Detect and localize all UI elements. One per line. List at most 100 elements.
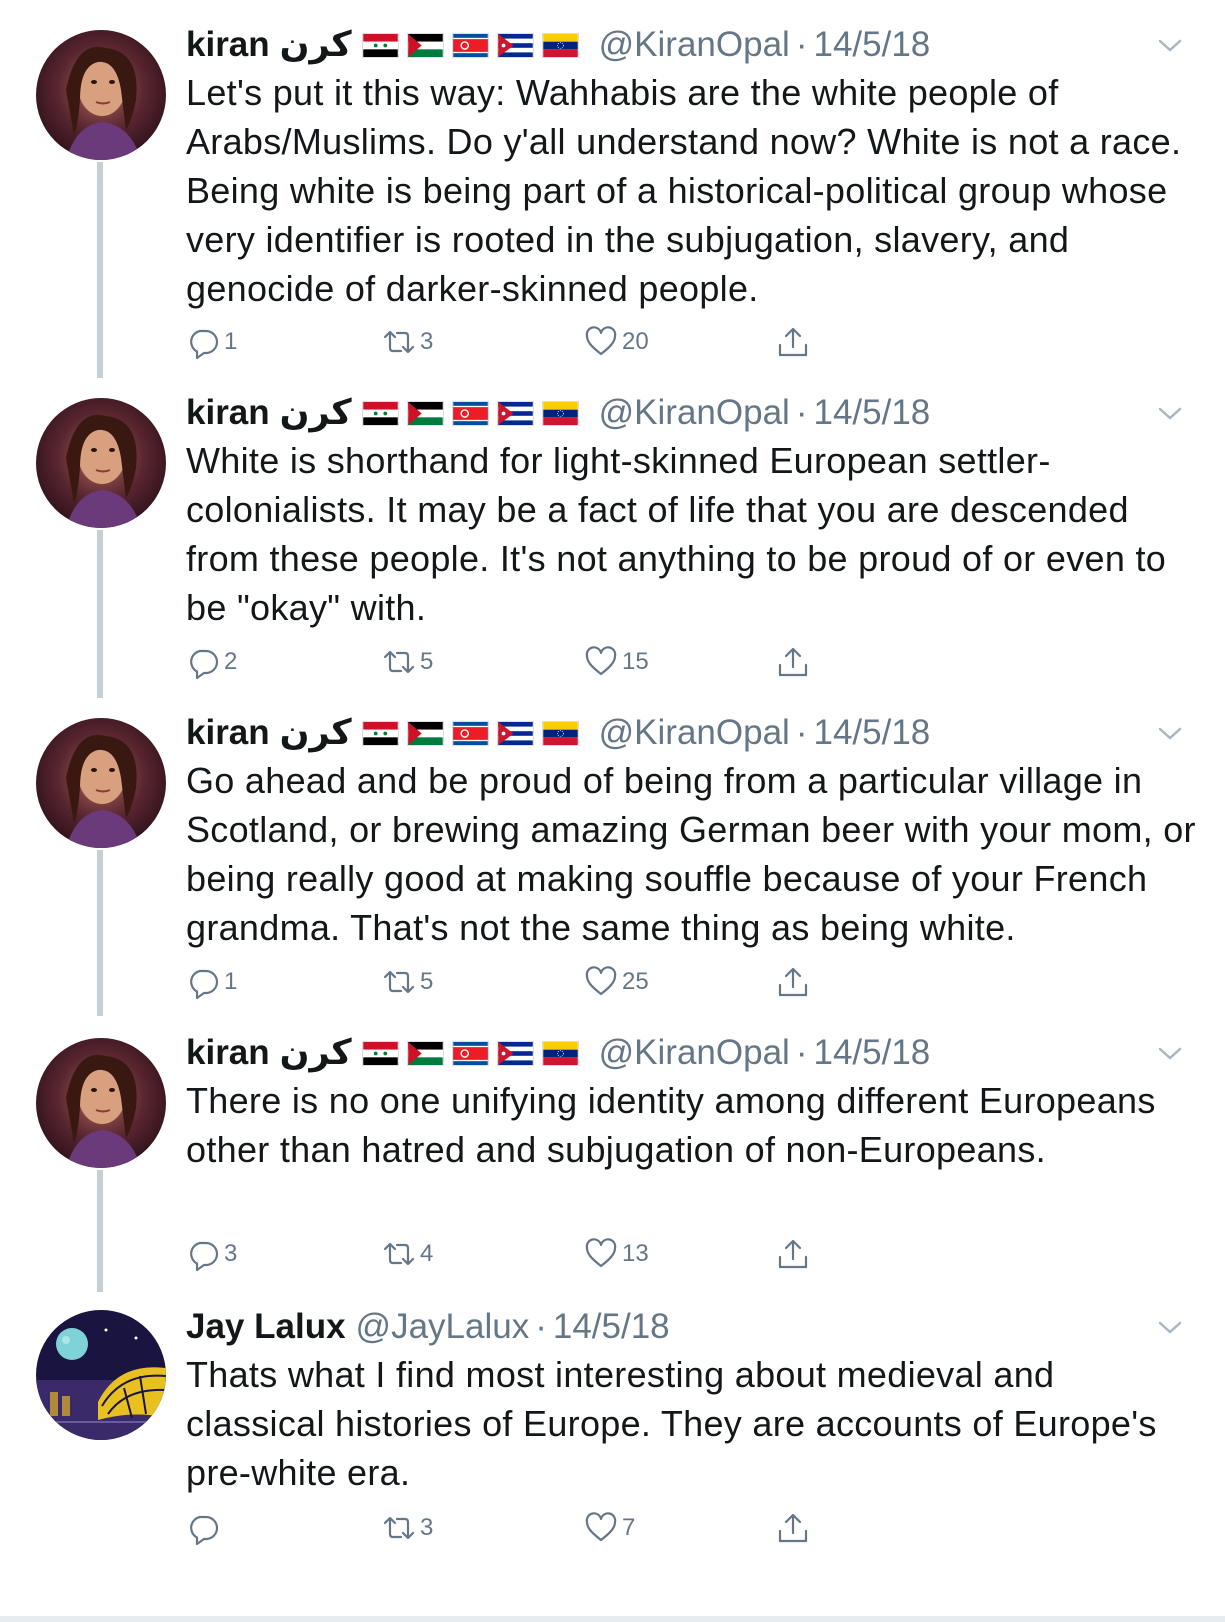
reply-count: 1 [224, 968, 238, 995]
heart-icon [584, 645, 622, 679]
tweet-actions: 2 5 15 [186, 642, 826, 682]
north-korea-flag-icon [451, 720, 489, 746]
north-korea-flag-icon [451, 1040, 489, 1066]
tweet-text: Thats what I find most interesting about… [186, 1354, 1157, 1493]
retweet-count: 5 [420, 968, 434, 995]
share-icon [776, 645, 814, 679]
retweet-count: 3 [420, 328, 434, 355]
reply-button[interactable]: 2 [186, 642, 237, 682]
display-name[interactable]: kiran [186, 1028, 270, 1078]
display-name[interactable]: kiran [186, 388, 270, 438]
like-count: 25 [622, 968, 649, 995]
tweet-actions: 3 7 [186, 1508, 826, 1548]
north-korea-flag-icon [451, 400, 489, 426]
chevron-down-icon[interactable] [1155, 30, 1185, 60]
chevron-down-icon[interactable] [1155, 398, 1185, 428]
north-korea-flag-icon [451, 32, 489, 58]
chevron-down-icon[interactable] [1155, 1312, 1185, 1342]
retweet-icon [382, 965, 420, 999]
separator: · [795, 713, 808, 752]
like-button[interactable]: 13 [584, 1234, 649, 1274]
retweet-icon [382, 1511, 420, 1545]
retweet-button[interactable]: 3 [382, 1508, 433, 1548]
heart-icon [584, 325, 622, 359]
timestamp[interactable]: 14/5/18 [813, 708, 930, 758]
like-button[interactable]: 7 [584, 1508, 635, 1548]
flag-emojis [361, 1040, 587, 1066]
tweet-header: kiran كرن @KiranOpal · 14/5/18 [186, 20, 930, 70]
user-handle[interactable]: @KiranOpal [599, 708, 790, 758]
retweet-count: 3 [420, 1514, 434, 1541]
tweet-thread: kiran كرن @KiranOpal · 14/5/18 Let's put… [0, 0, 1225, 1622]
reply-count: 1 [224, 328, 238, 355]
divider [0, 1616, 1225, 1622]
avatar[interactable] [36, 1038, 166, 1168]
share-button[interactable] [776, 962, 814, 1002]
reply-icon [186, 1511, 224, 1545]
timestamp[interactable]: 14/5/18 [813, 1028, 930, 1078]
cuba-flag-icon [496, 720, 534, 746]
retweet-button[interactable]: 5 [382, 642, 433, 682]
retweet-button[interactable]: 3 [382, 322, 433, 362]
reply-count: 3 [224, 1240, 238, 1267]
share-button[interactable] [776, 322, 814, 362]
palestine-flag-icon [406, 32, 444, 58]
display-name-arabic: كرن [279, 25, 352, 64]
share-button[interactable] [776, 642, 814, 682]
reply-icon [186, 965, 224, 999]
like-button[interactable]: 15 [584, 642, 649, 682]
avatar[interactable] [36, 1310, 166, 1440]
timestamp[interactable]: 14/5/18 [813, 388, 930, 438]
thread-line [97, 162, 103, 378]
tweet-header: kiran كرن @KiranOpal · 14/5/18 [186, 708, 930, 758]
tweet-text: White is shorthand for light-skinned Eur… [186, 440, 1167, 628]
flag-emojis [361, 400, 587, 426]
heart-icon [584, 1237, 622, 1271]
retweet-icon [382, 1237, 420, 1271]
separator: · [795, 25, 808, 64]
cuba-flag-icon [496, 1040, 534, 1066]
timestamp[interactable]: 14/5/18 [813, 20, 930, 70]
share-button[interactable] [776, 1234, 814, 1274]
chevron-down-icon[interactable] [1155, 1038, 1185, 1068]
display-name-arabic: كرن [279, 393, 352, 432]
reply-button[interactable]: 3 [186, 1234, 237, 1274]
thread-line [97, 530, 103, 698]
like-button[interactable]: 25 [584, 962, 649, 1002]
share-button[interactable] [776, 1508, 814, 1548]
syria-flag-icon [361, 32, 399, 58]
user-handle[interactable]: @JayLalux [356, 1302, 530, 1352]
tweet-text: Go ahead and be proud of being from a pa… [186, 760, 1196, 948]
syria-flag-icon [361, 1040, 399, 1066]
tweet-actions: 1 3 20 [186, 322, 826, 362]
user-handle[interactable]: @KiranOpal [599, 20, 790, 70]
like-button[interactable]: 20 [584, 322, 649, 362]
retweet-count: 4 [420, 1240, 434, 1267]
timestamp[interactable]: 14/5/18 [553, 1302, 670, 1352]
user-handle[interactable]: @KiranOpal [599, 1028, 790, 1078]
reply-button[interactable] [186, 1508, 224, 1548]
avatar[interactable] [36, 718, 166, 848]
palestine-flag-icon [406, 1040, 444, 1066]
separator: · [535, 1307, 547, 1346]
separator: · [795, 1033, 808, 1072]
display-name[interactable]: kiran [186, 20, 270, 70]
display-name-arabic: كرن [279, 713, 352, 752]
palestine-flag-icon [406, 400, 444, 426]
share-icon [776, 1237, 814, 1271]
retweet-button[interactable]: 5 [382, 962, 433, 1002]
tweet-text: Let's put it this way: Wahhabis are the … [186, 72, 1182, 309]
retweet-button[interactable]: 4 [382, 1234, 433, 1274]
reply-button[interactable]: 1 [186, 962, 237, 1002]
like-count: 7 [622, 1514, 636, 1541]
share-icon [776, 965, 814, 999]
heart-icon [584, 1511, 622, 1545]
avatar[interactable] [36, 398, 166, 528]
chevron-down-icon[interactable] [1155, 718, 1185, 748]
reply-button[interactable]: 1 [186, 322, 237, 362]
display-name[interactable]: Jay Lalux [186, 1302, 346, 1352]
display-name[interactable]: kiran [186, 708, 270, 758]
avatar[interactable] [36, 30, 166, 160]
separator: · [795, 393, 808, 432]
user-handle[interactable]: @KiranOpal [599, 388, 790, 438]
